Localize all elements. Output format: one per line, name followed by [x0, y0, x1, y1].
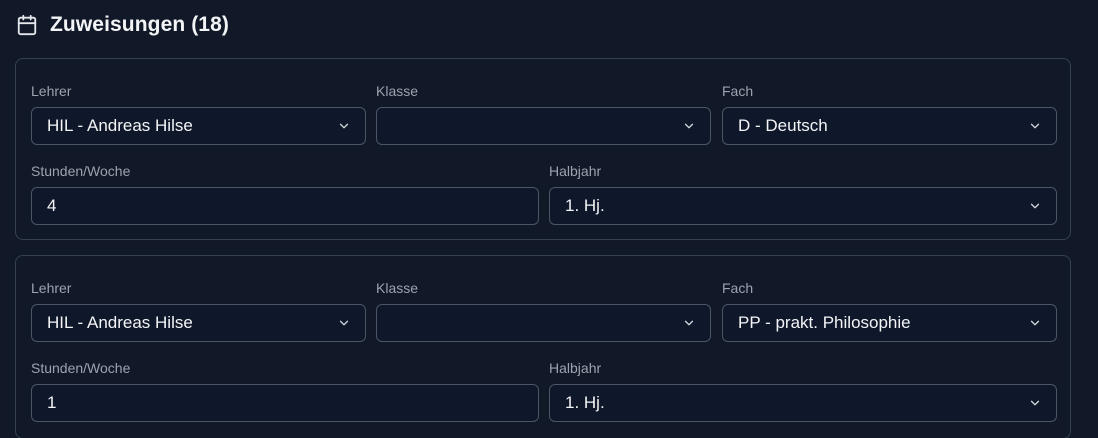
- semester-value: 1. Hj.: [565, 393, 605, 412]
- assignments-panel: Zuweisungen (18) Lehrer HIL - Andreas Hi…: [0, 0, 1098, 438]
- class-label: Klasse: [376, 83, 419, 99]
- subject-label: Fach: [722, 83, 754, 99]
- teacher-field: Lehrer HIL - Andreas Hilse: [31, 279, 366, 342]
- chevron-down-icon: [682, 119, 696, 133]
- calendar-icon: [16, 14, 38, 36]
- subject-field: Fach D - Deutsch: [722, 82, 1057, 145]
- chevron-down-icon: [337, 316, 351, 330]
- hours-label: Stunden/Woche: [31, 360, 131, 376]
- chevron-down-icon: [1028, 199, 1042, 213]
- chevron-down-icon: [1028, 316, 1042, 330]
- subject-label: Fach: [722, 280, 754, 296]
- semester-value: 1. Hj.: [565, 196, 605, 215]
- subject-value: D - Deutsch: [738, 116, 828, 135]
- class-label: Klasse: [376, 280, 419, 296]
- assignment-card: Lehrer HIL - Andreas Hilse Klasse Fach D…: [15, 58, 1071, 240]
- section-title: Zuweisungen (18): [50, 13, 229, 36]
- chevron-down-icon: [682, 316, 696, 330]
- subject-select[interactable]: D - Deutsch: [722, 107, 1057, 145]
- teacher-select[interactable]: HIL - Andreas Hilse: [31, 304, 366, 342]
- teacher-value: HIL - Andreas Hilse: [47, 116, 193, 135]
- hours-input[interactable]: 4: [31, 187, 539, 225]
- class-field: Klasse: [376, 82, 711, 145]
- class-select[interactable]: [376, 107, 711, 145]
- teacher-label: Lehrer: [31, 280, 72, 296]
- teacher-value: HIL - Andreas Hilse: [47, 313, 193, 332]
- hours-label: Stunden/Woche: [31, 163, 131, 179]
- section-header: Zuweisungen (18): [16, 8, 229, 42]
- class-select[interactable]: [376, 304, 711, 342]
- hours-field: Stunden/Woche 4: [31, 162, 539, 225]
- semester-select[interactable]: 1. Hj.: [549, 384, 1057, 422]
- teacher-select[interactable]: HIL - Andreas Hilse: [31, 107, 366, 145]
- semester-field: Halbjahr 1. Hj.: [549, 162, 1057, 225]
- chevron-down-icon: [337, 119, 351, 133]
- semester-label: Halbjahr: [549, 360, 602, 376]
- class-field: Klasse: [376, 279, 711, 342]
- hours-value: 1: [47, 393, 57, 412]
- subject-select[interactable]: PP - prakt. Philosophie: [722, 304, 1057, 342]
- subject-value: PP - prakt. Philosophie: [738, 313, 911, 332]
- semester-label: Halbjahr: [549, 163, 602, 179]
- chevron-down-icon: [1028, 396, 1042, 410]
- assignment-card: Lehrer HIL - Andreas Hilse Klasse Fach P…: [15, 255, 1071, 438]
- hours-input[interactable]: 1: [31, 384, 539, 422]
- subject-field: Fach PP - prakt. Philosophie: [722, 279, 1057, 342]
- chevron-down-icon: [1028, 119, 1042, 133]
- teacher-label: Lehrer: [31, 83, 72, 99]
- semester-select[interactable]: 1. Hj.: [549, 187, 1057, 225]
- teacher-field: Lehrer HIL - Andreas Hilse: [31, 82, 366, 145]
- semester-field: Halbjahr 1. Hj.: [549, 359, 1057, 422]
- hours-value: 4: [47, 196, 57, 215]
- hours-field: Stunden/Woche 1: [31, 359, 539, 422]
